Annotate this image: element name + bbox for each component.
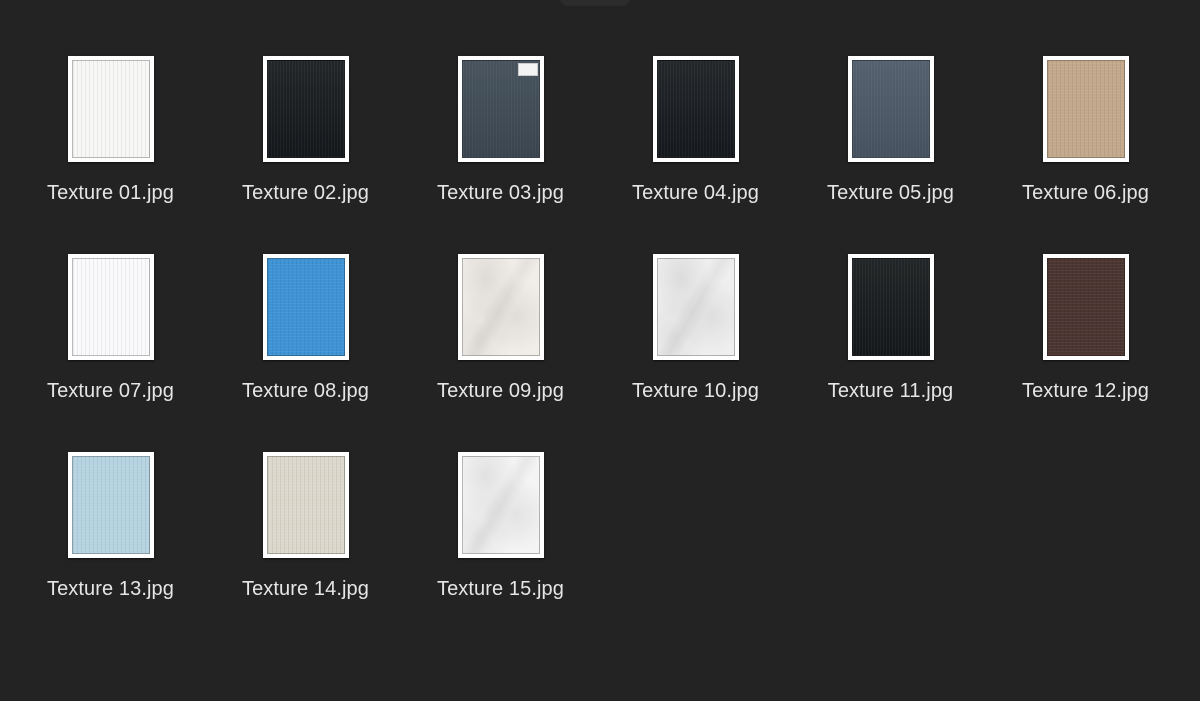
file-grid: Texture 01.jpg Texture 02.jpg Texture 03.j… xyxy=(13,56,1183,650)
finder-icon-view: Texture 01.jpg Texture 02.jpg Texture 03.j… xyxy=(0,0,1200,701)
image-thumbnail[interactable] xyxy=(847,254,934,360)
texture-swatch xyxy=(266,456,345,554)
file-item[interactable]: Texture 05.jpg xyxy=(793,56,988,254)
file-name-label[interactable]: Texture 09.jpg xyxy=(437,380,564,403)
image-thumbnail[interactable] xyxy=(262,254,349,360)
texture-swatch xyxy=(71,456,150,554)
toolbar-tab-edge xyxy=(560,0,630,6)
image-thumbnail[interactable] xyxy=(847,56,934,162)
file-name-label[interactable]: Texture 01.jpg xyxy=(47,182,174,205)
file-name-label[interactable]: Texture 14.jpg xyxy=(242,578,369,601)
texture-swatch xyxy=(851,258,930,356)
file-name-label[interactable]: Texture 05.jpg xyxy=(827,182,954,205)
file-name-label[interactable]: Texture 07.jpg xyxy=(47,380,174,403)
file-name-label[interactable]: Texture 12.jpg xyxy=(1022,380,1149,403)
file-name-label[interactable]: Texture 02.jpg xyxy=(242,182,369,205)
texture-swatch xyxy=(656,60,735,158)
file-item[interactable]: Texture 09.jpg xyxy=(403,254,598,452)
file-name-label[interactable]: Texture 04.jpg xyxy=(632,182,759,205)
file-item[interactable]: Texture 08.jpg xyxy=(208,254,403,452)
file-item[interactable]: Texture 06.jpg xyxy=(988,56,1183,254)
file-item[interactable]: Texture 13.jpg xyxy=(13,452,208,650)
file-name-label[interactable]: Texture 06.jpg xyxy=(1022,182,1149,205)
texture-swatch xyxy=(266,60,345,158)
texture-swatch xyxy=(656,258,735,356)
image-thumbnail[interactable] xyxy=(67,254,154,360)
texture-swatch xyxy=(266,258,345,356)
file-item[interactable]: Texture 01.jpg xyxy=(13,56,208,254)
file-name-label[interactable]: Texture 11.jpg xyxy=(828,380,954,403)
file-item[interactable]: Texture 15.jpg xyxy=(403,452,598,650)
texture-swatch xyxy=(71,60,150,158)
image-thumbnail[interactable] xyxy=(457,56,544,162)
file-item[interactable]: Texture 04.jpg xyxy=(598,56,793,254)
texture-swatch xyxy=(851,60,930,158)
texture-swatch xyxy=(461,456,540,554)
image-thumbnail[interactable] xyxy=(652,254,739,360)
file-name-label[interactable]: Texture 15.jpg xyxy=(437,578,564,601)
image-thumbnail[interactable] xyxy=(262,452,349,558)
file-item[interactable]: Texture 10.jpg xyxy=(598,254,793,452)
file-name-label[interactable]: Texture 10.jpg xyxy=(632,380,759,403)
texture-swatch xyxy=(71,258,150,356)
file-item[interactable]: Texture 07.jpg xyxy=(13,254,208,452)
image-thumbnail[interactable] xyxy=(457,254,544,360)
file-name-label[interactable]: Texture 08.jpg xyxy=(242,380,369,403)
file-item[interactable]: Texture 11.jpg xyxy=(793,254,988,452)
file-name-label[interactable]: Texture 13.jpg xyxy=(47,578,174,601)
file-item[interactable]: Texture 12.jpg xyxy=(988,254,1183,452)
image-thumbnail[interactable] xyxy=(1042,254,1129,360)
file-name-label[interactable]: Texture 03.jpg xyxy=(437,182,564,205)
fabric-tag xyxy=(517,63,538,76)
texture-swatch xyxy=(1046,60,1125,158)
image-thumbnail[interactable] xyxy=(67,452,154,558)
image-thumbnail[interactable] xyxy=(1042,56,1129,162)
image-thumbnail[interactable] xyxy=(652,56,739,162)
file-item[interactable]: Texture 14.jpg xyxy=(208,452,403,650)
texture-swatch xyxy=(1046,258,1125,356)
texture-swatch xyxy=(461,258,540,356)
file-item[interactable]: Texture 02.jpg xyxy=(208,56,403,254)
image-thumbnail[interactable] xyxy=(67,56,154,162)
image-thumbnail[interactable] xyxy=(262,56,349,162)
file-item[interactable]: Texture 03.jpg xyxy=(403,56,598,254)
image-thumbnail[interactable] xyxy=(457,452,544,558)
